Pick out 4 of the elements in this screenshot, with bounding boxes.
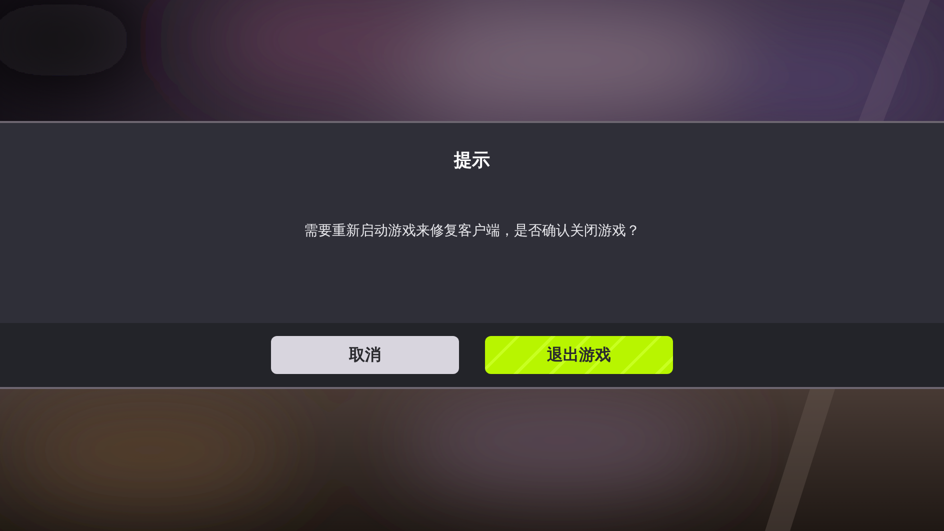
dialog-message: 需要重新启动游戏来修复客户端，是否确认关闭游戏？ bbox=[304, 222, 640, 240]
cancel-button[interactable]: 取消 bbox=[271, 336, 459, 374]
dialog-title: 提示 bbox=[454, 149, 490, 172]
exit-button[interactable]: 退出游戏 bbox=[485, 336, 673, 374]
